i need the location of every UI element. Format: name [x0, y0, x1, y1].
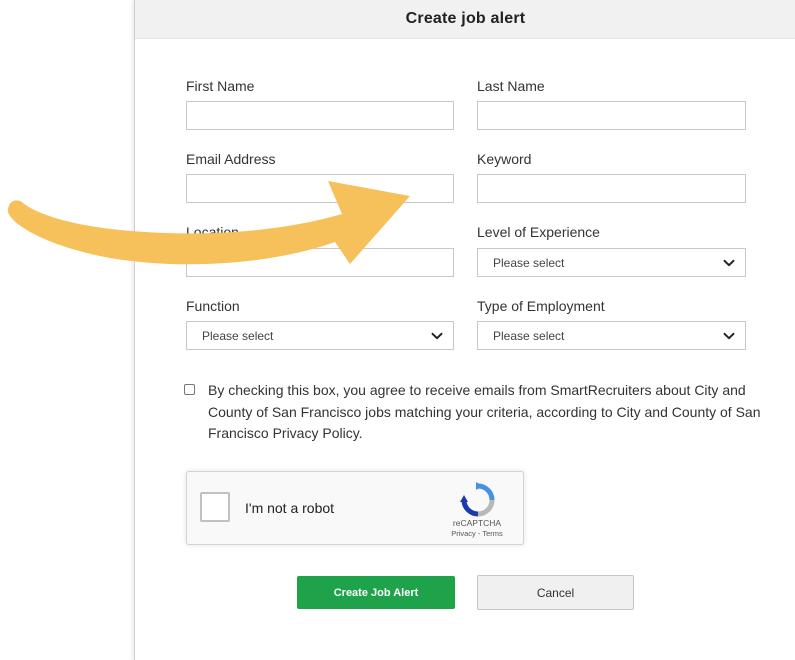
keyword-label: Keyword	[477, 151, 532, 167]
recaptcha-privacy-link[interactable]: Privacy	[451, 529, 476, 538]
create-job-alert-dialog: Create job alert First Name Last Name Em…	[134, 0, 795, 660]
function-selected: Please select	[202, 328, 274, 343]
type-of-employment-select[interactable]: Please select	[477, 321, 746, 350]
dialog-header: Create job alert	[135, 0, 795, 39]
page: Create job alert First Name Last Name Em…	[0, 0, 795, 660]
dialog-title: Create job alert	[405, 10, 526, 27]
first-name-label: First Name	[186, 78, 255, 94]
function-select[interactable]: Please select	[186, 321, 454, 350]
chevron-down-icon	[723, 332, 735, 339]
level-of-experience-selected: Please select	[493, 255, 565, 270]
location-input[interactable]	[186, 248, 454, 277]
keyword-input[interactable]	[477, 174, 746, 203]
cancel-button[interactable]: Cancel	[477, 575, 634, 610]
level-of-experience-select[interactable]: Please select	[477, 248, 746, 277]
function-label: Function	[186, 298, 240, 314]
type-of-employment-selected: Please select	[493, 328, 565, 343]
email-consent-checkbox[interactable]	[184, 384, 195, 395]
last-name-label: Last Name	[477, 78, 545, 94]
email-address-label: Email Address	[186, 151, 276, 167]
chevron-down-icon	[723, 259, 735, 266]
create-job-alert-button[interactable]: Create Job Alert	[297, 576, 455, 609]
level-of-experience-label: Level of Experience	[477, 224, 600, 240]
recaptcha-checkbox[interactable]	[200, 492, 230, 522]
last-name-input[interactable]	[477, 101, 746, 130]
recaptcha-widget: I'm not a robot reCAPTCHA Privacy - Term…	[186, 471, 524, 545]
recaptcha-links: Privacy - Terms	[427, 529, 527, 538]
type-of-employment-label: Type of Employment	[477, 298, 605, 314]
recaptcha-label: I'm not a robot	[245, 500, 335, 516]
location-label: Location	[186, 224, 239, 240]
first-name-input[interactable]	[186, 101, 454, 130]
recaptcha-terms-link[interactable]: Terms	[482, 529, 502, 538]
recaptcha-logo-icon	[460, 482, 495, 517]
email-consent-text: By checking this box, you agree to recei…	[208, 382, 761, 441]
email-address-input[interactable]	[186, 174, 454, 203]
chevron-down-icon	[431, 332, 443, 339]
recaptcha-brand: reCAPTCHA	[452, 518, 502, 528]
